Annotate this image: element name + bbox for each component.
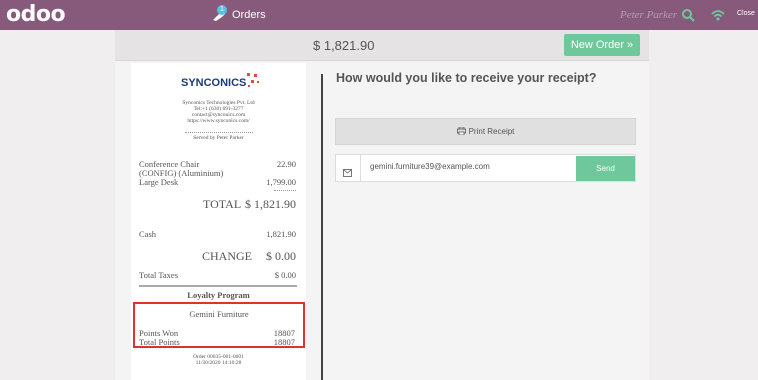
- cashier-name[interactable]: Peter Parker: [620, 9, 677, 21]
- order-date: 11/30/2020 14:10:28: [195, 360, 242, 366]
- loyalty-program-title: Loyalty Program: [187, 290, 250, 300]
- order-reference: Order 00035-001-0001 11/30/2020 14:10:28: [131, 354, 306, 366]
- served-by: Served by Peter Parker: [193, 135, 244, 141]
- orders-button[interactable]: 1 Orders: [212, 5, 266, 23]
- payment-method: Cash: [139, 229, 156, 239]
- change-value: $ 0.00: [266, 249, 296, 263]
- top-bar: odoo 1 Orders Peter Parker Close: [0, 0, 758, 30]
- company-website: https://www.synconics.com/: [187, 118, 250, 124]
- send-button[interactable]: Send: [576, 156, 635, 181]
- orders-label: Orders: [232, 9, 266, 21]
- total-points-value: 18807: [273, 337, 295, 347]
- company-info: Synconics Technologies Pvt. Ltd Tel:+1 (…: [131, 100, 306, 124]
- close-button[interactable]: Close: [737, 10, 755, 17]
- orders-count-badge: 1: [217, 5, 227, 15]
- panel-divider: [321, 74, 323, 380]
- envelope-icon: [343, 164, 352, 177]
- divider: [185, 132, 253, 133]
- print-receipt-label: Print Receipt: [468, 127, 515, 136]
- email-receipt-row: Send: [335, 154, 636, 182]
- divider: [139, 285, 297, 287]
- odoo-logo: odoo: [6, 2, 66, 27]
- line-item-price: 22.90: [276, 159, 296, 169]
- company-logo: SYNCONICS: [181, 69, 263, 93]
- company-name: SYNCONICS: [181, 77, 247, 89]
- taxes-value: $ 0.00: [274, 270, 296, 280]
- change-label: CHANGE: [202, 249, 252, 263]
- screen-header: $ 1,821.90 New Order »: [115, 30, 649, 61]
- new-order-button[interactable]: New Order »: [564, 34, 640, 56]
- loyalty-highlight-box: Gemini Furniture Points Won 18807 Total …: [133, 302, 305, 348]
- print-receipt-button[interactable]: Print Receipt: [335, 118, 636, 145]
- line-item-name: Large Desk: [139, 177, 179, 187]
- total-value: $ 1,821.90: [245, 197, 296, 211]
- search-icon[interactable]: [681, 8, 695, 22]
- email-input[interactable]: [370, 162, 570, 171]
- receipt: SYNCONICS Synconics Technologies Pvt. Lt…: [131, 63, 306, 380]
- total-label: TOTAL: [203, 197, 242, 211]
- print-icon: [456, 126, 466, 137]
- taxes-label: Total Taxes: [139, 270, 179, 280]
- line-item-price: 1,799.00: [266, 177, 296, 187]
- divider: [274, 190, 296, 191]
- wifi-icon[interactable]: [711, 8, 725, 22]
- orders-icon: 1: [212, 5, 228, 22]
- receipt-question: How would you like to receive your recei…: [336, 71, 597, 85]
- loyalty-customer: Gemini Furniture: [189, 309, 249, 319]
- divider: [360, 155, 361, 181]
- total-points-label: Total Points: [139, 337, 180, 347]
- payment-amount: 1,821.90: [266, 229, 296, 239]
- order-total: $ 1,821.90: [313, 38, 375, 53]
